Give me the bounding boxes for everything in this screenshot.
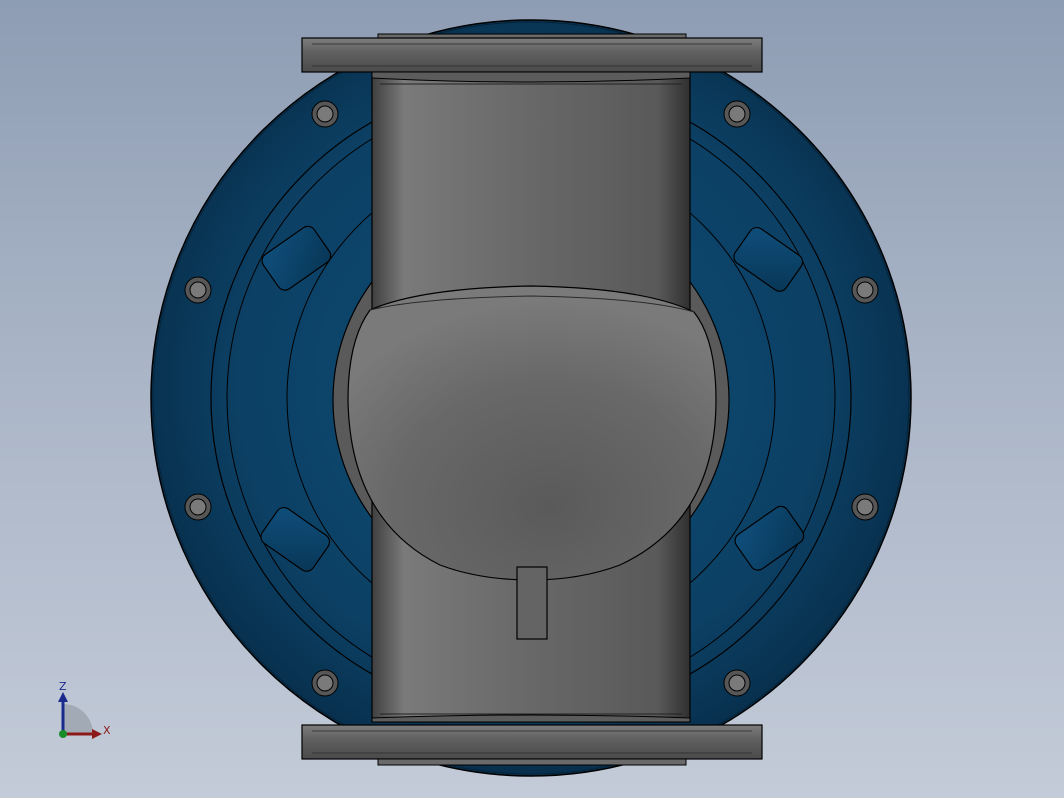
orientation-triad: Z X bbox=[58, 680, 111, 739]
bolt bbox=[184, 276, 212, 304]
valve-model-graphic[interactable] bbox=[0, 0, 1064, 798]
bolt bbox=[184, 493, 212, 521]
x-axis-label: X bbox=[103, 724, 111, 737]
bolt bbox=[851, 493, 879, 521]
bolt bbox=[723, 669, 751, 697]
origin-dot-icon bbox=[59, 730, 67, 738]
stem-key bbox=[516, 566, 548, 640]
bolt bbox=[723, 100, 751, 128]
z-axis-arrow-icon bbox=[58, 692, 68, 702]
bolt bbox=[311, 669, 339, 697]
x-axis-arrow-icon bbox=[92, 729, 102, 739]
z-axis-label: Z bbox=[59, 680, 67, 693]
bolt bbox=[851, 276, 879, 304]
cad-viewport[interactable]: Z X bbox=[0, 0, 1064, 798]
bolt bbox=[311, 100, 339, 128]
